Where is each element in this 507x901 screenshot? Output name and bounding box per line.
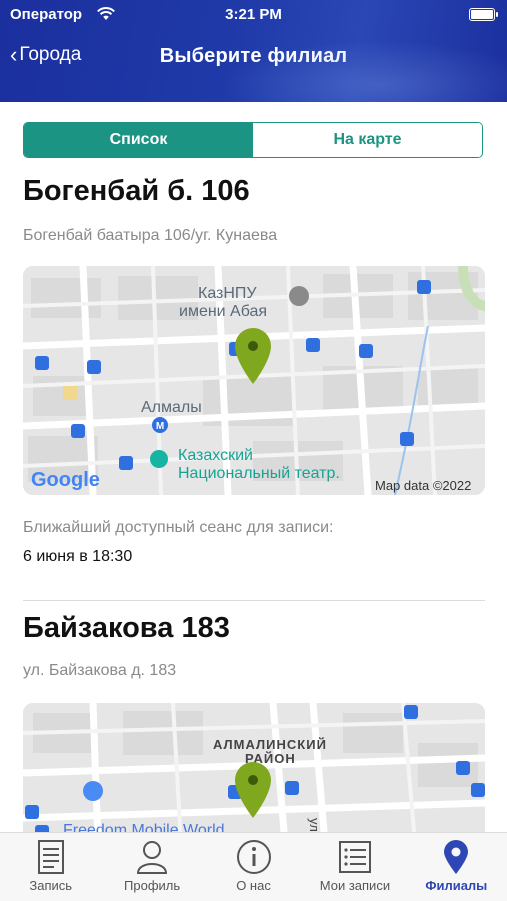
branch-address: ул. Байзакова д. 183 [23,662,177,679]
tab-label: Филиалы [425,878,488,893]
divider [23,600,485,601]
status-time: 3:21 PM [225,6,282,23]
segment-map[interactable]: На карте [253,123,482,157]
tab-branches[interactable]: Филиалы [406,833,507,901]
svg-text:АЛМАЛИНСКИЙ: АЛМАЛИНСКИЙ [213,737,327,752]
branch-title[interactable]: Богенбай б. 106 [23,175,250,208]
tab-about[interactable]: О нас [203,833,304,901]
svg-text:Казахский: Казахский [178,447,253,464]
tab-zapis[interactable]: Запись [0,833,101,901]
branch-address: Богенбай баатыра 106/уг. Кунаева [23,227,278,244]
nav-bar: ‹ Города Выберите филиал [0,44,507,72]
segment-list[interactable]: Список [24,123,253,157]
branch-title[interactable]: Байзакова 183 [23,612,230,645]
svg-text:Google: Google [31,469,100,491]
tab-bar: Запись Профиль О нас Мои записи Филиалы [0,832,507,901]
svg-text:Map data ©2022: Map data ©2022 [375,478,471,493]
nearest-session-value: 6 июня в 18:30 [23,548,133,565]
nearest-session-label: Ближайший доступный сеанс для записи: [23,519,334,536]
tab-profile[interactable]: Профиль [101,833,202,901]
header: Оператор 3:21 PM ‹ Города Выберите филиа… [0,0,507,102]
svg-text:Алмалы: Алмалы [141,399,202,416]
tab-label: Профиль [124,878,181,893]
status-bar: Оператор 3:21 PM [0,6,507,26]
tab-label: Запись [29,878,73,893]
list-icon [338,841,371,873]
view-segmented-control: Список На карте [23,122,483,158]
page-title: Выберите филиал [159,45,348,67]
map-pin-icon [444,840,469,874]
svg-text:имени Абая: имени Абая [179,303,267,320]
info-icon [236,840,271,874]
tab-my-appointments[interactable]: Мои записи [304,833,405,901]
document-icon [37,840,64,874]
svg-text:КазНПУ: КазНПУ [198,285,257,302]
branch-map[interactable]: АЛМАЛИНСКИЙ РАЙОН Freedom Mobile World у… [23,703,485,843]
profile-icon [137,841,168,874]
battery-icon [469,8,498,21]
tab-label: О нас [236,878,271,893]
svg-text:Национальный театр.: Национальный театр. [178,465,340,482]
svg-text:M: M [156,421,164,432]
branch-map[interactable]: M КазНПУ имени Абая Алмалы Казахский Нац… [23,266,485,495]
tab-label: Мои записи [319,878,391,893]
